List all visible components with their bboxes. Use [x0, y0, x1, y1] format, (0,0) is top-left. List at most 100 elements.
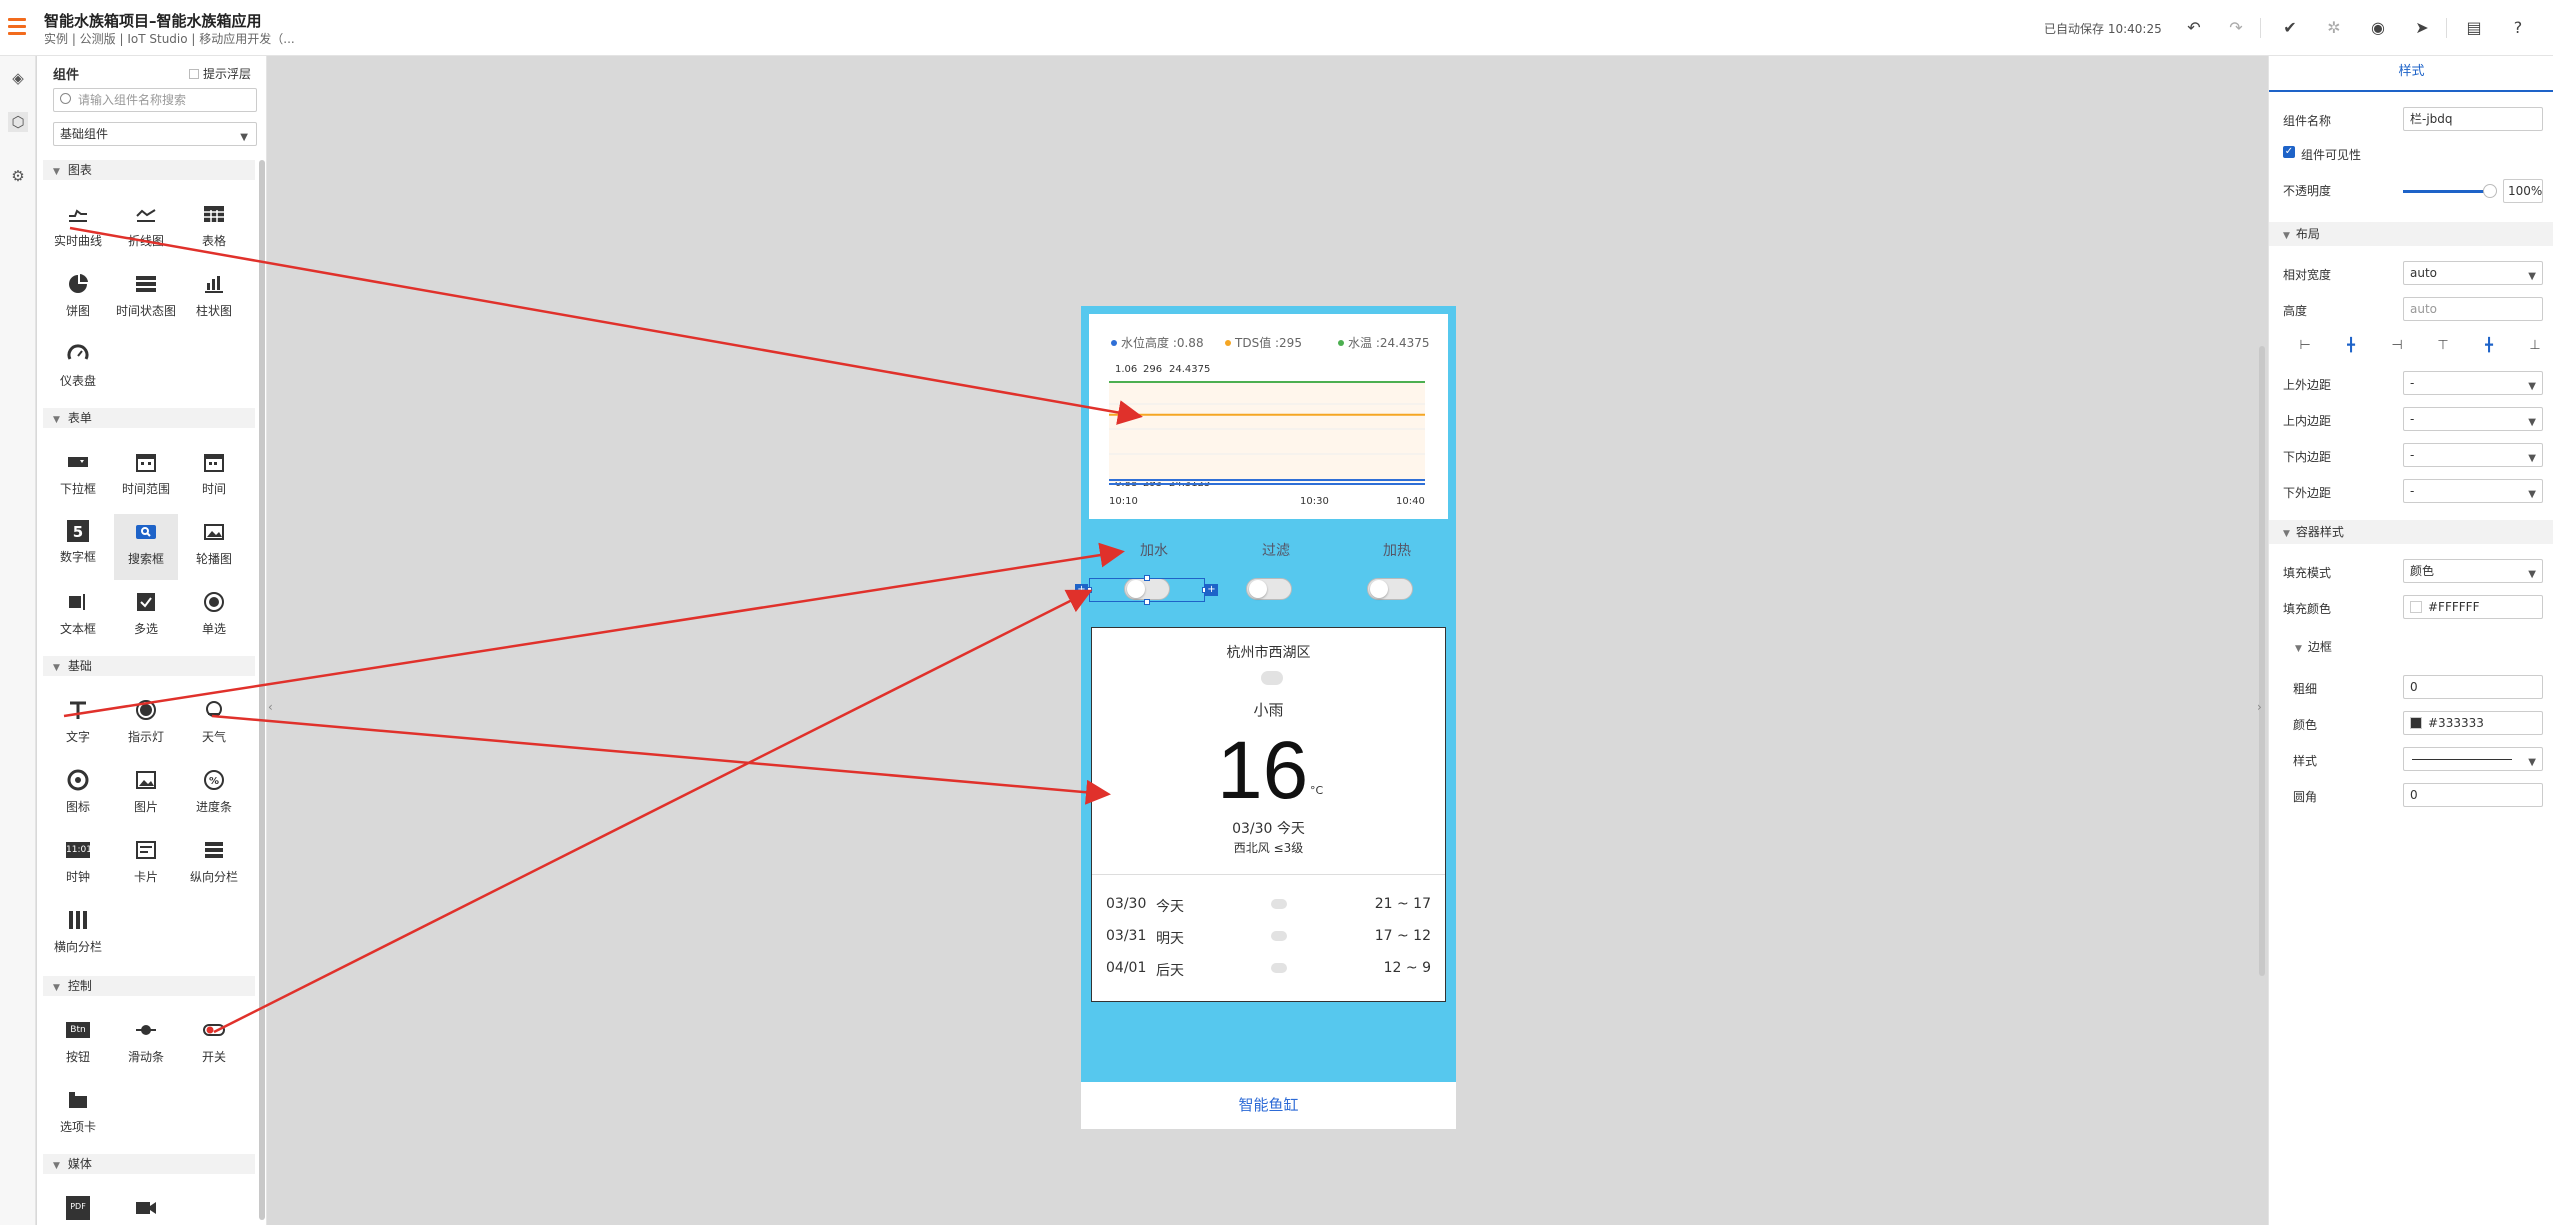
- opacity-slider[interactable]: [2403, 190, 2493, 193]
- comp-text[interactable]: 文字: [46, 698, 110, 758]
- redo-icon[interactable]: ↷: [2224, 16, 2248, 40]
- comp-time[interactable]: 时间: [182, 450, 246, 510]
- align-bottom-icon[interactable]: ⊥: [2527, 338, 2543, 354]
- comp-weather[interactable]: 天气: [182, 698, 246, 758]
- comp-slider[interactable]: 滑动条: [114, 1018, 178, 1078]
- comp-dropdown[interactable]: 下拉框: [46, 450, 110, 510]
- comp-time-status[interactable]: 时间状态图: [114, 272, 178, 332]
- tab-style[interactable]: 样式: [2269, 56, 2553, 92]
- doc-icon[interactable]: ▤: [2462, 16, 2486, 40]
- resize-handle[interactable]: [1144, 575, 1150, 581]
- comp-number-box[interactable]: 5 数字框: [46, 520, 110, 580]
- comp-checkbox[interactable]: 多选: [114, 590, 178, 650]
- comp-card[interactable]: 卡片: [114, 838, 178, 898]
- border-style-select[interactable]: ▼: [2403, 747, 2543, 771]
- color-swatch[interactable]: [2410, 601, 2422, 613]
- opacity-input[interactable]: 100%: [2503, 179, 2543, 203]
- help-icon[interactable]: ?: [2506, 16, 2530, 40]
- align-left-icon[interactable]: ⊢: [2297, 338, 2313, 354]
- comp-pie[interactable]: 饼图: [46, 272, 110, 332]
- section-layout[interactable]: ▼ 布局: [2269, 222, 2553, 246]
- comp-time-range[interactable]: 时间范围: [114, 450, 178, 510]
- align-middle-icon[interactable]: ╋: [2481, 338, 2497, 354]
- visibility-checkbox[interactable]: ✓: [2283, 146, 2295, 158]
- comp-vertical-split[interactable]: 纵向分栏: [182, 838, 246, 898]
- bar-chart-icon: [205, 276, 223, 293]
- comp-label: 选项卡: [59, 1120, 96, 1134]
- collapse-panel-icon[interactable]: ‹: [268, 700, 280, 720]
- comp-video[interactable]: [114, 1196, 178, 1225]
- realtime-chart[interactable]: 水位高度 :0.88 TDS值 :295 水温 :24.4375 1.06 29…: [1089, 314, 1448, 519]
- comp-carousel[interactable]: 轮播图: [182, 520, 246, 580]
- opacity-slider-handle[interactable]: [2483, 184, 2497, 198]
- comp-switch[interactable]: 开关: [182, 1018, 246, 1078]
- comp-realtime-curve[interactable]: 实时曲线: [46, 202, 110, 262]
- comp-tabs[interactable]: 选项卡: [46, 1088, 110, 1148]
- check-icon[interactable]: ✔: [2278, 16, 2302, 40]
- category-select[interactable]: 基础组件 ▼: [53, 122, 257, 146]
- components-icon[interactable]: ⬡: [8, 112, 28, 132]
- settings-icon[interactable]: ⚙: [8, 166, 28, 186]
- number-icon: 5: [67, 520, 89, 542]
- border-section[interactable]: ▼ 边框: [2295, 638, 2332, 655]
- comp-pdf[interactable]: PDF: [46, 1196, 110, 1225]
- collapse-right-icon[interactable]: ›: [2257, 700, 2262, 714]
- hint-checkbox[interactable]: [189, 69, 199, 79]
- comp-textbox[interactable]: 文本框: [46, 590, 110, 650]
- comp-clock[interactable]: 11:01 时钟: [46, 838, 110, 898]
- fill-color-input[interactable]: #FFFFFF: [2403, 595, 2543, 619]
- fill-mode-select[interactable]: 颜色 ▼: [2403, 559, 2543, 583]
- undo-icon[interactable]: ↶: [2182, 16, 2206, 40]
- phone-footer-tab[interactable]: 智能鱼缸: [1081, 1082, 1456, 1129]
- align-right-icon[interactable]: ⊣: [2389, 338, 2405, 354]
- layers-icon[interactable]: ◈: [8, 68, 28, 88]
- component-search-input[interactable]: 请输入组件名称搜索: [53, 88, 257, 112]
- section-basic[interactable]: ▼ 基础: [43, 656, 255, 676]
- comp-label: 图片: [133, 800, 158, 814]
- thickness-input[interactable]: 0: [2403, 675, 2543, 699]
- padding-bottom-select[interactable]: - ▼: [2403, 443, 2543, 467]
- section-media[interactable]: ▼ 媒体: [43, 1154, 255, 1174]
- section-control[interactable]: ▼ 控制: [43, 976, 255, 996]
- comp-line-chart[interactable]: 折线图: [114, 202, 178, 262]
- switch-heat[interactable]: [1367, 578, 1413, 600]
- publish-icon[interactable]: ➤: [2410, 16, 2434, 40]
- section-chart[interactable]: ▼ 图表: [43, 160, 255, 180]
- comp-table[interactable]: 表格: [182, 202, 246, 262]
- panel-scrollbar[interactable]: [259, 160, 265, 1220]
- comp-radio[interactable]: 单选: [182, 590, 246, 650]
- canvas-scrollbar[interactable]: [2259, 346, 2265, 976]
- switch-filter[interactable]: [1246, 578, 1292, 600]
- comp-button[interactable]: Btn 按钮: [46, 1018, 110, 1078]
- padding-top-select[interactable]: - ▼: [2403, 407, 2543, 431]
- comp-indicator[interactable]: 指示灯: [114, 698, 178, 758]
- height-input[interactable]: auto: [2403, 297, 2543, 321]
- comp-gauge[interactable]: 仪表盘: [46, 342, 110, 402]
- preview-icon[interactable]: ◉: [2366, 16, 2390, 40]
- border-color-input[interactable]: #333333: [2403, 711, 2543, 735]
- comp-image[interactable]: 图片: [114, 768, 178, 828]
- section-form[interactable]: ▼ 表单: [43, 408, 255, 428]
- margin-top-select[interactable]: - ▼: [2403, 371, 2543, 395]
- add-right-icon[interactable]: +: [1205, 584, 1218, 596]
- comp-progress[interactable]: % 进度条: [182, 768, 246, 828]
- debug-icon[interactable]: ✲: [2322, 16, 2346, 40]
- hint-toggle[interactable]: 提示浮层: [189, 65, 251, 82]
- align-center-icon[interactable]: ╋: [2343, 338, 2359, 354]
- color-swatch[interactable]: [2410, 717, 2422, 729]
- comp-icon[interactable]: 图标: [46, 768, 110, 828]
- align-top-icon[interactable]: ⊤: [2435, 338, 2451, 354]
- add-left-icon[interactable]: +: [1075, 584, 1088, 596]
- radius-input[interactable]: 0: [2403, 783, 2543, 807]
- comp-search-box[interactable]: 搜索框: [114, 514, 178, 580]
- component-name-input[interactable]: 栏-jbdq: [2403, 107, 2543, 131]
- checkbox-icon: [137, 593, 155, 611]
- resize-handle[interactable]: [1144, 599, 1150, 605]
- menu-icon[interactable]: [8, 18, 26, 38]
- margin-bottom-select[interactable]: - ▼: [2403, 479, 2543, 503]
- width-select[interactable]: auto ▼: [2403, 261, 2543, 285]
- comp-horizontal-split[interactable]: 横向分栏: [46, 908, 110, 968]
- comp-bar-chart[interactable]: 柱状图: [182, 272, 246, 332]
- weather-card[interactable]: 杭州市西湖区 小雨 16 °C 03/30 今天 西北风 ≤3级 03/30 今天…: [1091, 627, 1446, 1002]
- section-container-style[interactable]: ▼ 容器样式: [2269, 520, 2553, 544]
